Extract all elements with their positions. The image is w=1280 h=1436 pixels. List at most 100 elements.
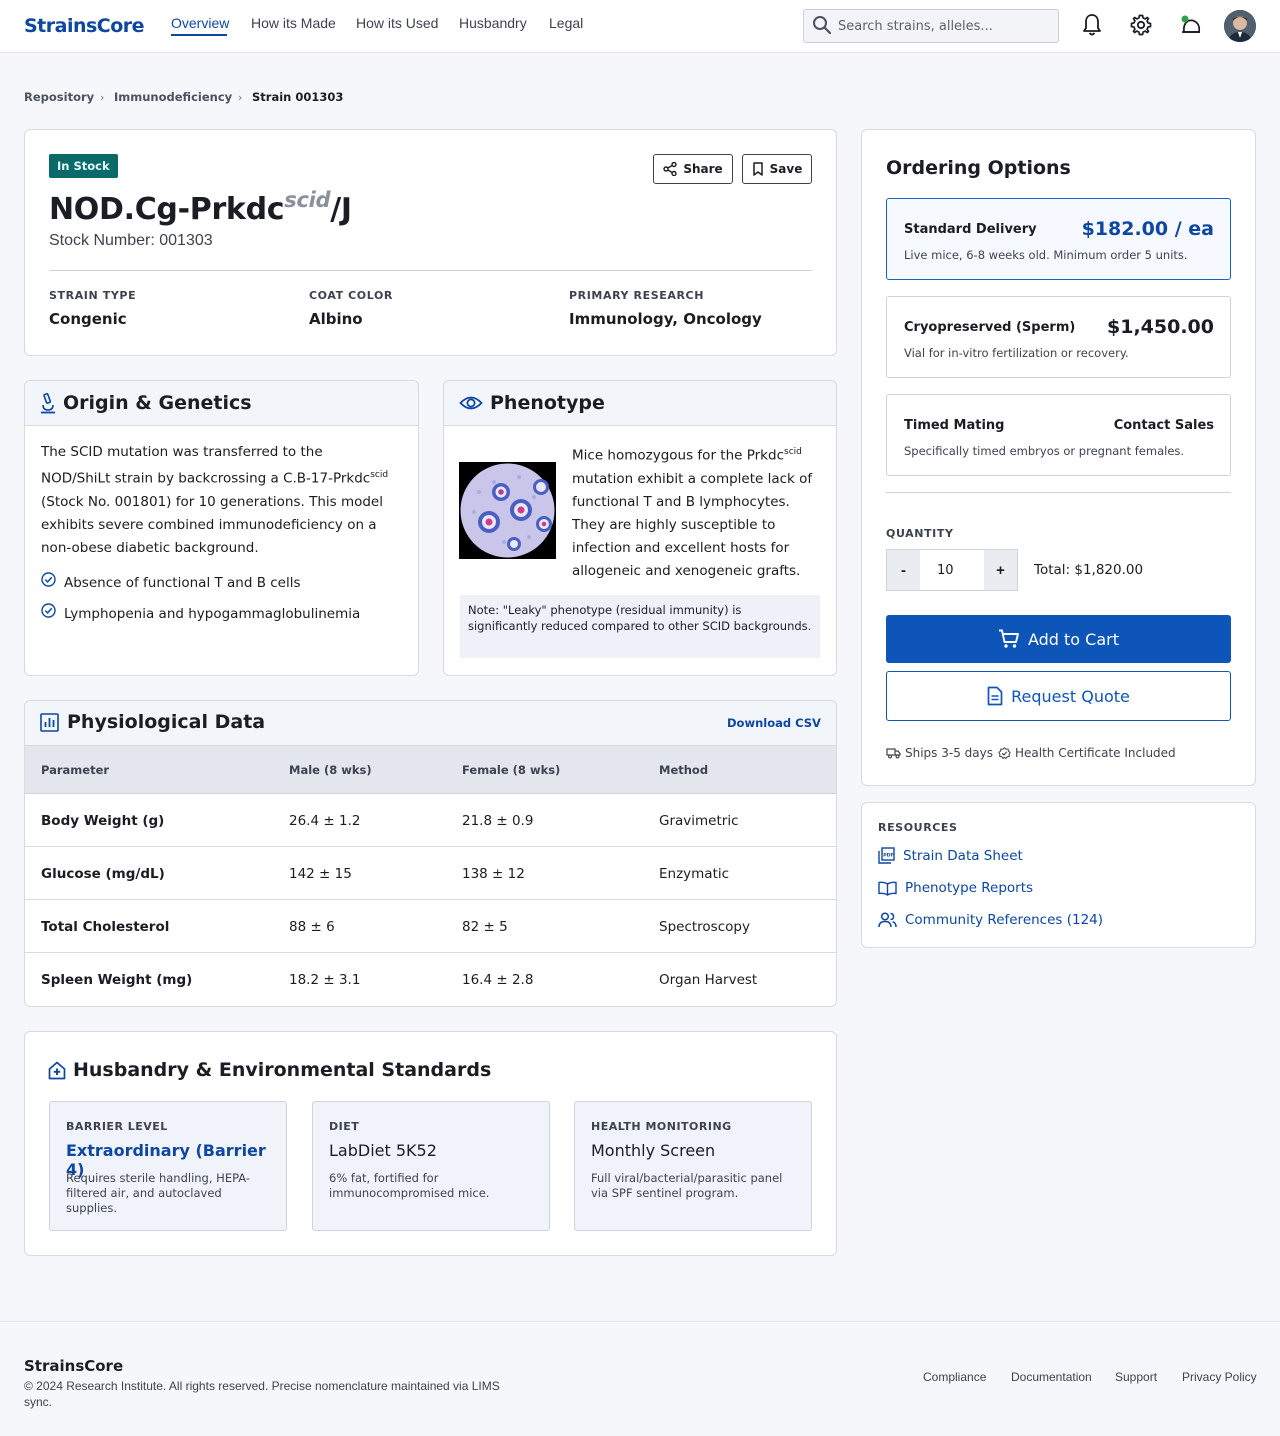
footer-brand: StrainsCore	[24, 1357, 124, 1375]
nav-husbandry[interactable]: Husbandry	[459, 15, 527, 31]
health-monitoring-description: Full viral/bacterial/parasitic panel via…	[591, 1171, 783, 1200]
option-price: $182.00 / ea	[1081, 218, 1214, 240]
option-description: Vial for in-vitro fertilization or recov…	[904, 346, 1129, 360]
footer-copyright: © 2024 Research Institute. All rights re…	[24, 1379, 500, 1409]
lab-mouse-status-icon[interactable]	[1179, 12, 1203, 38]
option-timed-mating[interactable]: Timed Mating Contact Sales Specifically …	[886, 394, 1231, 476]
option-cryopreserved-sperm[interactable]: Cryopreserved (Sperm) $1,450.00 Vial for…	[886, 296, 1231, 378]
footer-link-support[interactable]: Support	[1115, 1370, 1157, 1384]
table-cell-male: 18.2 ± 3.1	[289, 972, 361, 988]
users-group-icon	[878, 912, 897, 928]
barrier-level-card: BARRIER LEVEL Extraordinary (Barrier 4) …	[49, 1101, 287, 1231]
meta-value-primary-research: Immunology, Oncology	[569, 310, 762, 328]
truck-icon	[886, 748, 901, 759]
diet-card: DIET LabDiet 5K52 6% fat, fortified for …	[312, 1101, 550, 1231]
column-header-male: Male (8 wks)	[289, 763, 372, 777]
table-cell-method: Gravimetric	[659, 813, 739, 829]
document-icon	[987, 686, 1003, 706]
share-icon	[663, 162, 678, 176]
app-logo[interactable]: StrainsCore	[24, 15, 145, 37]
health-certificate-info: Health Certificate Included	[998, 746, 1176, 760]
table-cell-female: 82 ± 5	[462, 919, 508, 935]
option-name: Cryopreserved (Sperm)	[904, 320, 1076, 335]
option-description: Specifically timed embryos or pregnant f…	[904, 444, 1185, 458]
option-description: Live mice, 6-8 weeks old. Minimum order …	[904, 248, 1188, 262]
share-button[interactable]: Share	[653, 154, 733, 184]
settings-gear-icon[interactable]	[1129, 12, 1153, 38]
leaky-phenotype-note: Note: "Leaky" phenotype (residual immuni…	[460, 595, 820, 658]
resources-label: RESOURCES	[878, 821, 958, 834]
husbandry-title: Husbandry & Environmental Standards	[73, 1059, 492, 1081]
diet-description: 6% fat, fortified for immunocompromised …	[329, 1171, 490, 1200]
active-nav-indicator	[171, 34, 227, 36]
table-cell-female: 138 ± 12	[462, 866, 525, 882]
search-box[interactable]	[803, 9, 1059, 43]
microscope-icon	[41, 393, 55, 414]
column-header-female: Female (8 wks)	[462, 763, 561, 777]
diet-value: LabDiet 5K52	[329, 1141, 437, 1160]
column-header-parameter: Parameter	[41, 763, 110, 777]
option-name: Timed Mating	[904, 418, 1005, 433]
strain-name-title: NOD.Cg-Prkdcscid/J	[49, 188, 352, 227]
meta-label-coat-color: COAT COLOR	[309, 289, 393, 302]
footer-link-compliance[interactable]: Compliance	[923, 1370, 986, 1384]
user-avatar[interactable]	[1224, 10, 1256, 42]
ordering-title: Ordering Options	[886, 157, 1071, 179]
request-quote-button[interactable]: Request Quote	[886, 671, 1231, 721]
table-cell-male: 142 ± 15	[289, 866, 352, 882]
strain-data-sheet-link[interactable]: PDF Strain Data Sheet	[878, 847, 1023, 864]
bookmark-icon	[752, 162, 763, 176]
quantity-input[interactable]	[921, 550, 984, 590]
phenotype-title: Phenotype	[490, 392, 605, 414]
footer-link-documentation[interactable]: Documentation	[1011, 1370, 1092, 1384]
health-certificate-text: Health Certificate Included	[1015, 746, 1176, 760]
option-price: $1,450.00	[1107, 316, 1214, 338]
download-csv-link[interactable]: Download CSV	[727, 716, 821, 730]
table-cell-female: 21.8 ± 0.9	[462, 813, 534, 829]
breadcrumb-current: Strain 001303	[252, 90, 344, 104]
notifications-bell-icon[interactable]	[1080, 12, 1104, 38]
breadcrumb-chevron-icon: ›	[238, 91, 243, 104]
community-references-label: Community References (124)	[905, 912, 1104, 928]
save-label: Save	[769, 162, 803, 176]
breadcrumb-repository[interactable]: Repository	[24, 90, 94, 104]
top-navigation-bar: StrainsCore Overview How its Made How it…	[0, 0, 1280, 53]
table-cell-male: 26.4 ± 1.2	[289, 813, 361, 829]
ordering-divider	[886, 492, 1231, 493]
add-to-cart-label: Add to Cart	[1027, 629, 1120, 649]
nav-overview[interactable]: Overview	[171, 15, 229, 31]
nav-how-its-made[interactable]: How its Made	[251, 15, 336, 31]
save-button[interactable]: Save	[742, 154, 812, 184]
check-circle-icon	[41, 572, 56, 587]
quantity-increment-button[interactable]: +	[984, 550, 1017, 590]
quantity-decrement-button[interactable]: -	[887, 550, 920, 590]
health-monitoring-card: HEALTH MONITORING Monthly Screen Full vi…	[574, 1101, 812, 1231]
add-to-cart-button[interactable]: Add to Cart	[886, 615, 1231, 663]
table-cell-parameter: Body Weight (g)	[41, 813, 165, 829]
search-input[interactable]	[838, 10, 1054, 42]
order-total: Total: $1,820.00	[1034, 562, 1144, 578]
footer-link-privacy-policy[interactable]: Privacy Policy	[1182, 1370, 1257, 1384]
nav-legal[interactable]: Legal	[549, 15, 583, 31]
meta-value-strain-type: Congenic	[49, 310, 127, 328]
shopping-cart-icon	[998, 629, 1019, 648]
table-cell-method: Organ Harvest	[659, 972, 758, 988]
stock-number: Stock Number: 001303	[49, 232, 213, 249]
community-references-link[interactable]: Community References (124)	[878, 912, 1103, 928]
option-standard-delivery[interactable]: Standard Delivery $182.00 / ea Live mice…	[886, 198, 1231, 280]
request-quote-label: Request Quote	[1011, 686, 1130, 706]
summary-divider	[49, 270, 812, 271]
meta-label-strain-type: STRAIN TYPE	[49, 289, 137, 302]
meta-label-primary-research: PRIMARY RESEARCH	[569, 289, 705, 302]
phenotype-reports-link[interactable]: Phenotype Reports	[878, 880, 1033, 896]
barrier-level-label: BARRIER LEVEL	[66, 1120, 168, 1133]
breadcrumb-immunodeficiency[interactable]: Immunodeficiency	[114, 90, 232, 104]
strain-name-base: NOD.Cg-Prkdc	[49, 192, 285, 227]
verified-badge-icon	[998, 746, 1011, 759]
health-monitoring-label: HEALTH MONITORING	[591, 1120, 732, 1133]
table-row-divider	[25, 952, 836, 953]
table-cell-parameter: Spleen Weight (mg)	[41, 972, 193, 988]
nav-how-its-used[interactable]: How its Used	[356, 15, 438, 31]
bar-chart-icon	[40, 713, 59, 732]
phenotype-reports-label: Phenotype Reports	[905, 880, 1034, 896]
